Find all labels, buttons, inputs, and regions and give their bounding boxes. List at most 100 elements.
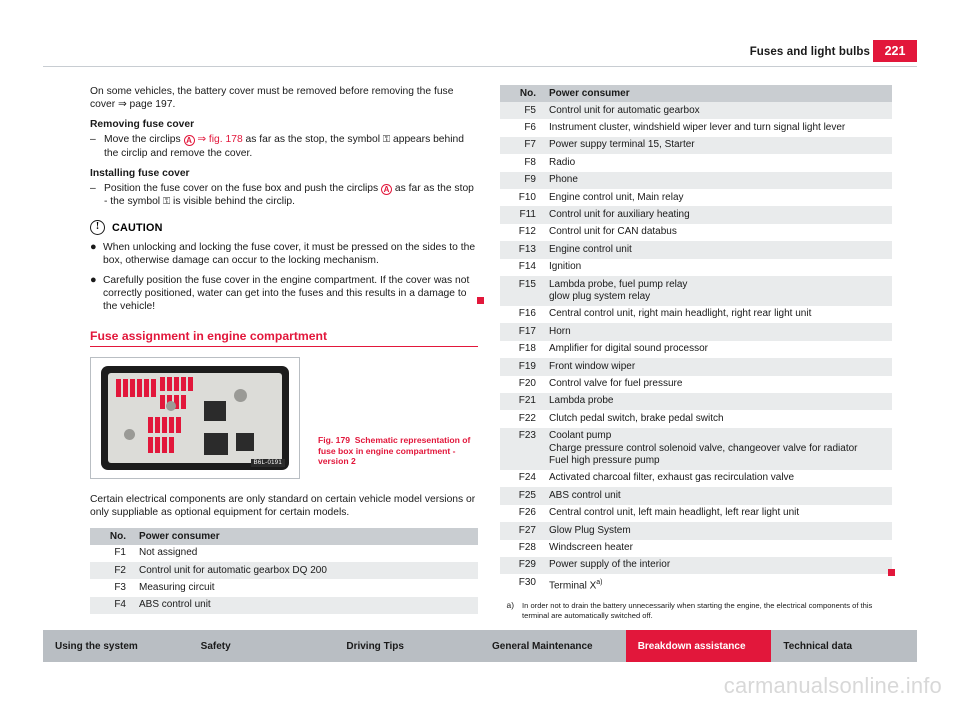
- table-row: F1 Not assigned: [90, 544, 478, 563]
- table-row: F7 Power suppy terminal 15, Starter: [500, 136, 892, 155]
- table-row: F12 Control unit for CAN databus: [500, 223, 892, 242]
- caution-bullet-1-text: When unlocking and locking the fuse cove…: [103, 242, 476, 267]
- fuse-number: F17: [500, 323, 544, 341]
- fuse-number: F5: [500, 102, 544, 120]
- footer-tab-breakdown-assistance[interactable]: Breakdown assistance: [625, 630, 772, 662]
- fuse-consumer: Phone: [544, 171, 892, 190]
- fuse-consumer: Control unit for auxiliary heating: [544, 206, 892, 224]
- fuse-number: F22: [500, 410, 544, 428]
- fuse-number: F11: [500, 206, 544, 224]
- callout-a-icon: A: [183, 135, 195, 147]
- fuse-number: F25: [500, 487, 544, 505]
- footer-tab-safety[interactable]: Safety: [188, 630, 335, 662]
- left-column: On some vehicles, the battery cover must…: [90, 85, 478, 615]
- section-divider: [90, 346, 478, 348]
- page-number-badge: 221: [873, 40, 917, 62]
- fuse-consumer: Glow Plug System: [544, 522, 892, 540]
- table-row: F26 Central control unit, left main headl…: [500, 504, 892, 523]
- fuse-box-housing: B6L-0191: [101, 366, 289, 471]
- fuse-number: F30: [500, 574, 544, 596]
- footnote-text: In order not to drain the battery unnece…: [522, 601, 873, 620]
- fuse-number: F20: [500, 375, 544, 393]
- footnote-marker: a): [506, 600, 514, 611]
- caution-bullet-2-text: Carefully position the fuse cover in the…: [103, 274, 470, 313]
- fuse-consumer: Instrument cluster, windshield wiper lev…: [544, 119, 892, 137]
- footer-tab-driving-tips[interactable]: Driving Tips: [334, 630, 481, 662]
- manual-page: Fuses and light bulbs 221 On some vehicl…: [0, 0, 960, 703]
- fuse-consumer: Lambda probe: [544, 392, 892, 411]
- table-row: F11 Control unit for auxiliary heating: [500, 206, 892, 224]
- fuse-box-figure: B6L-0191: [90, 357, 300, 480]
- table-row: F2 Control unit for automatic gearbox DQ…: [90, 562, 478, 580]
- key-symbol-icon: ⚿: [162, 196, 171, 208]
- footer-navigation: Using the system Safety Driving Tips Gen…: [43, 630, 918, 662]
- fuse-consumer: Lambda probe, fuel pump relay glow plug …: [544, 276, 892, 306]
- fuse-box-inner-panel: [108, 373, 282, 464]
- table-row: F20 Control valve for fuel pressure: [500, 375, 892, 393]
- fuse-number: F28: [500, 539, 544, 557]
- fuse-number: F29: [500, 556, 544, 575]
- table-row: F13 Engine control unit: [500, 241, 892, 259]
- caution-title: CAUTION: [112, 221, 163, 234]
- after-figure-paragraph: Certain electrical components are only s…: [90, 494, 476, 519]
- removing-step-pre: Move the circlips: [104, 134, 184, 146]
- table-row: F4 ABS control unit: [90, 596, 478, 615]
- fuse-consumer: Power supply of the interior: [544, 556, 892, 575]
- fuse-consumer: ABS control unit: [134, 596, 478, 615]
- table-row: F28 Windscreen heater: [500, 539, 892, 557]
- fuse-consumer: Central control unit, left main headligh…: [544, 504, 892, 523]
- removing-fuse-cover-step: – Move the circlips A ⇒ fig. 178 as far …: [90, 133, 478, 159]
- fuse-number: F19: [500, 358, 544, 376]
- fuse-number: F16: [500, 305, 544, 324]
- table-row: F29 Power supply of the interior: [500, 556, 892, 575]
- fuse-number: F9: [500, 171, 544, 190]
- fuse-consumer: Power suppy terminal 15, Starter: [544, 136, 892, 155]
- footer-tab-general-maintenance[interactable]: General Maintenance: [480, 630, 626, 662]
- table-header-row: No. Power consumer: [90, 527, 478, 545]
- table-row: F9 Phone: [500, 171, 892, 190]
- intro-paragraph: On some vehicles, the battery cover must…: [90, 86, 454, 111]
- table-row: F25 ABS control unit: [500, 487, 892, 505]
- footer-tab-technical-data[interactable]: Technical data: [771, 630, 918, 662]
- fuse-consumer: Radio: [544, 154, 892, 172]
- fuse-number: F26: [500, 504, 544, 523]
- footnote: a) In order not to drain the battery unn…: [500, 600, 892, 620]
- table-row: F10 Engine control unit, Main relay: [500, 189, 892, 207]
- table-row: F27 Glow Plug System: [500, 522, 892, 540]
- fuse-consumer: Control valve for fuel pressure: [544, 375, 892, 393]
- installing-step-pre: Position the fuse cover on the fuse box …: [104, 182, 382, 194]
- fuse-number: F18: [500, 340, 544, 359]
- fuse-number: F2: [90, 562, 134, 580]
- fuse-consumer: Ignition: [544, 258, 892, 277]
- fuse-number: F15: [500, 276, 544, 306]
- fuse-consumer: Clutch pedal switch, brake pedal switch: [544, 410, 892, 428]
- fuse-number: F23: [500, 427, 544, 470]
- fuse-number: F27: [500, 522, 544, 540]
- table-row: F23 Coolant pump Charge pressure control …: [500, 427, 892, 470]
- fuse-number: F24: [500, 469, 544, 488]
- fuse-table-left: No. Power consumer F1 Not assigned F2 Co…: [90, 527, 478, 615]
- fuse-consumer: Windscreen heater: [544, 539, 892, 557]
- fuse-number: F1: [90, 544, 134, 563]
- fuse-table-right: No. Power consumer F5 Control unit for au…: [500, 85, 892, 596]
- removing-step-text: Move the circlips A ⇒ fig. 178 as far as…: [104, 133, 478, 159]
- watermark: carmanualsonline.info: [723, 673, 942, 698]
- fuse-number: F3: [90, 579, 134, 597]
- section-heading: Fuse assignment in engine compartment: [90, 329, 328, 344]
- fuse-number: F21: [500, 392, 544, 411]
- right-column: No. Power consumer F5 Control unit for au…: [500, 85, 892, 620]
- table-row: F24 Activated charcoal filter, exhaust ga…: [500, 469, 892, 488]
- fuse-consumer: Amplifier for digital sound processor: [544, 340, 892, 359]
- table-row: F8 Radio: [500, 154, 892, 172]
- fuse-number: F10: [500, 189, 544, 207]
- column-header-consumer: Power consumer: [134, 527, 478, 545]
- installing-step-post: is visible behind the circlip.: [170, 196, 295, 208]
- table-row: F15 Lambda probe, fuel pump relay glow pl…: [500, 276, 892, 306]
- figure-cross-reference[interactable]: ⇒ fig. 178: [195, 134, 246, 145]
- footer-tab-using-the-system[interactable]: Using the system: [43, 630, 189, 662]
- footnote-reference: a): [596, 578, 603, 586]
- bullet-icon: ●: [90, 241, 97, 254]
- fuse-number: F6: [500, 119, 544, 137]
- fuse-consumer: Measuring circuit: [134, 579, 478, 597]
- installing-fuse-cover-heading: Installing fuse cover: [90, 167, 190, 179]
